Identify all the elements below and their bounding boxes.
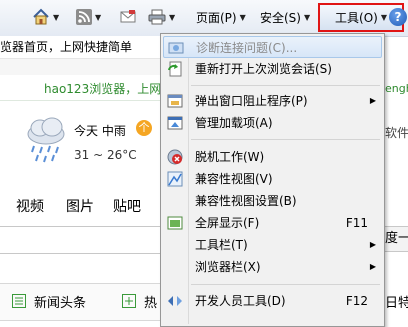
menu-item-toolbars[interactable]: 工具栏(T) ▶ bbox=[163, 234, 382, 256]
diagnose-icon bbox=[168, 42, 184, 54]
weather-temp: 31 ~ 26°C bbox=[74, 148, 137, 162]
tools-menu-label: 工具(O) bbox=[335, 11, 378, 25]
chevron-down-icon: ▼ bbox=[303, 12, 311, 22]
news-tabs: 新闻头条 热 bbox=[0, 283, 160, 321]
menu-item-compat-view[interactable]: 兼容性视图(V) bbox=[163, 168, 382, 190]
help-icon[interactable]: ? bbox=[389, 8, 407, 26]
chevron-down-icon[interactable]: ▼ bbox=[53, 13, 59, 22]
safety-menu-button[interactable]: 安全(S) ▼ bbox=[260, 6, 310, 28]
page-menu-label: 页面(P) bbox=[196, 10, 237, 25]
command-bar: ▼ ▼ ▼ 页面(P) ▼ 安全(S) ▼ 工具(O) ▼ ? bbox=[0, 0, 408, 37]
submenu-arrow-icon: ▶ bbox=[369, 96, 376, 105]
fullscreen-icon bbox=[167, 216, 183, 230]
weather-widget[interactable]: 今天 中雨 个 31 ~ 26°C bbox=[0, 110, 160, 172]
menu-separator bbox=[191, 139, 380, 140]
hot-icon bbox=[122, 294, 136, 308]
hao123-banner[interactable]: hao123浏览器，上网 bbox=[0, 76, 162, 101]
menu-item-label: 开发人员工具(D) bbox=[195, 294, 286, 308]
chevron-down-icon[interactable]: ▼ bbox=[169, 13, 175, 22]
page-menu-button[interactable]: 页面(P) ▼ bbox=[196, 6, 246, 28]
page-strip bbox=[0, 59, 160, 75]
menu-separator bbox=[191, 85, 380, 86]
menu-item-reopen-session[interactable]: 重新打开上次浏览会话(S) bbox=[163, 58, 382, 80]
right-fragment-bottom: 日特 bbox=[385, 296, 408, 311]
menu-item-diagnose[interactable]: 诊断连接问题(C)... bbox=[163, 36, 382, 58]
menu-item-label: 兼容性视图设置(B) bbox=[195, 194, 297, 208]
chevron-down-icon: ▼ bbox=[239, 12, 246, 22]
rss-icon bbox=[76, 9, 92, 25]
menu-item-label: 全屏显示(F) bbox=[195, 216, 260, 230]
menu-item-work-offline[interactable]: 脱机工作(W) bbox=[163, 146, 382, 168]
menu-item-fullscreen[interactable]: 全屏显示(F) F11 bbox=[163, 212, 382, 234]
hot-tab[interactable]: 热 bbox=[144, 292, 157, 311]
nav-video[interactable]: 视频 bbox=[16, 196, 44, 216]
menu-item-dev-tools[interactable]: 开发人员工具(D) F12 bbox=[163, 290, 382, 312]
menu-item-label: 诊断连接问题(C)... bbox=[196, 41, 298, 55]
nav-images[interactable]: 图片 bbox=[66, 196, 94, 216]
printer-icon bbox=[148, 9, 166, 25]
home-button[interactable]: ▼ bbox=[32, 6, 59, 28]
menu-item-label: 管理加载项(A) bbox=[195, 116, 273, 130]
news-headline-tab[interactable]: 新闻头条 bbox=[34, 292, 86, 311]
popup-blocker-icon bbox=[167, 94, 183, 108]
home-icon bbox=[33, 8, 49, 25]
reopen-session-icon bbox=[168, 61, 182, 77]
right-fragment-mid: 软件 bbox=[385, 126, 408, 140]
mail-icon bbox=[120, 10, 136, 23]
menu-item-shortcut: F12 bbox=[345, 294, 368, 308]
addons-icon bbox=[167, 116, 183, 130]
offline-icon bbox=[167, 149, 183, 165]
chevron-down-icon: ▼ bbox=[380, 13, 387, 22]
print-button[interactable]: ▼ bbox=[148, 6, 175, 28]
menu-item-label: 重新打开上次浏览会话(S) bbox=[195, 62, 332, 76]
menu-item-popup-blocker[interactable]: 弹出窗口阻止程序(P) ▶ bbox=[163, 90, 382, 112]
hao123-text: hao123浏览器，上网 bbox=[44, 82, 162, 96]
search-input[interactable] bbox=[0, 226, 160, 254]
menu-item-explorer-bars[interactable]: 浏览器栏(X) ▶ bbox=[163, 256, 382, 278]
submenu-arrow-icon: ▶ bbox=[369, 240, 376, 249]
menu-item-compat-view-settings[interactable]: 兼容性视图设置(B) bbox=[163, 190, 382, 212]
menu-item-label: 脱机工作(W) bbox=[195, 150, 265, 164]
chevron-down-icon[interactable]: ▼ bbox=[95, 13, 101, 22]
rain-cloud-icon bbox=[27, 117, 65, 163]
menu-item-manage-addons[interactable]: 管理加载项(A) bbox=[163, 112, 382, 134]
nav-tieba[interactable]: 贴吧 bbox=[113, 196, 141, 216]
compat-view-icon bbox=[167, 171, 183, 187]
sun-badge-icon: 个 bbox=[136, 120, 152, 136]
menu-item-label: 工具栏(T) bbox=[195, 238, 248, 252]
search-nav: 视频 图片 贴吧 bbox=[0, 196, 160, 222]
dev-tools-icon bbox=[168, 296, 182, 306]
menu-item-shortcut: F11 bbox=[345, 216, 368, 230]
favorites-text[interactable]: 览器首页，上网快捷简单 bbox=[0, 36, 160, 59]
tools-dropdown-menu: 诊断连接问题(C)... 重新打开上次浏览会话(S) 弹出窗口阻止程序(P) ▶… bbox=[160, 33, 385, 327]
weather-today: 今天 中雨 bbox=[74, 124, 126, 138]
search-button-fragment[interactable]: 度一 bbox=[385, 226, 408, 252]
news-list-icon bbox=[12, 294, 26, 308]
menu-item-label: 弹出窗口阻止程序(P) bbox=[195, 94, 308, 108]
read-mail-button[interactable] bbox=[120, 6, 136, 28]
menu-item-label: 兼容性视图(V) bbox=[195, 172, 273, 186]
right-fragment-top: engh bbox=[385, 82, 408, 95]
safety-menu-label: 安全(S) bbox=[260, 10, 301, 25]
help-icon-glyph: ? bbox=[394, 10, 402, 24]
submenu-arrow-icon: ▶ bbox=[369, 262, 376, 271]
feeds-button[interactable]: ▼ bbox=[76, 6, 101, 28]
menu-separator bbox=[191, 284, 380, 285]
menu-item-label: 浏览器栏(X) bbox=[195, 260, 261, 274]
